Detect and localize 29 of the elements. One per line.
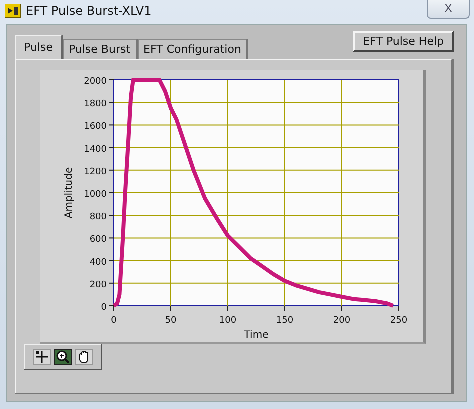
x-tick-label: 200 [333, 316, 351, 326]
close-button[interactable]: X [427, 0, 470, 19]
window-title: EFT Pulse Burst-XLV1 [26, 4, 152, 18]
app-icon [5, 4, 21, 18]
y-tick-label: 200 [90, 280, 107, 290]
y-tick-label: 600 [90, 235, 107, 246]
y-tick-label: 800 [90, 212, 107, 223]
y-tick-label: 2000 [84, 77, 107, 87]
y-tick-label: 400 [90, 258, 107, 268]
x-tick-label: 0 [111, 316, 117, 326]
crosshair-icon[interactable] [33, 349, 51, 365]
x-axis-title: Time [244, 330, 269, 341]
y-tick-label: 1000 [84, 190, 107, 200]
x-tick-label: 250 [390, 316, 408, 326]
hand-icon[interactable] [75, 349, 93, 365]
tab[interactable]: Pulse [15, 35, 63, 59]
tab[interactable]: EFT Configuration [138, 39, 248, 59]
y-tick-label: 0 [101, 303, 107, 313]
zoom-icon[interactable] [54, 349, 72, 365]
y-tick-label: 1800 [84, 100, 107, 110]
y-tick-label: 1200 [84, 167, 107, 178]
x-tick-label: 150 [276, 316, 294, 326]
y-axis-title: Amplitude [64, 167, 75, 219]
tab[interactable]: Pulse Burst [62, 39, 138, 59]
x-tick-label: 100 [219, 316, 237, 326]
x-tick-label: 50 [165, 316, 177, 326]
y-tick-label: 1400 [84, 144, 107, 155]
y-tick-label: 1600 [84, 122, 107, 132]
help-button[interactable]: EFT Pulse Help [353, 31, 454, 52]
